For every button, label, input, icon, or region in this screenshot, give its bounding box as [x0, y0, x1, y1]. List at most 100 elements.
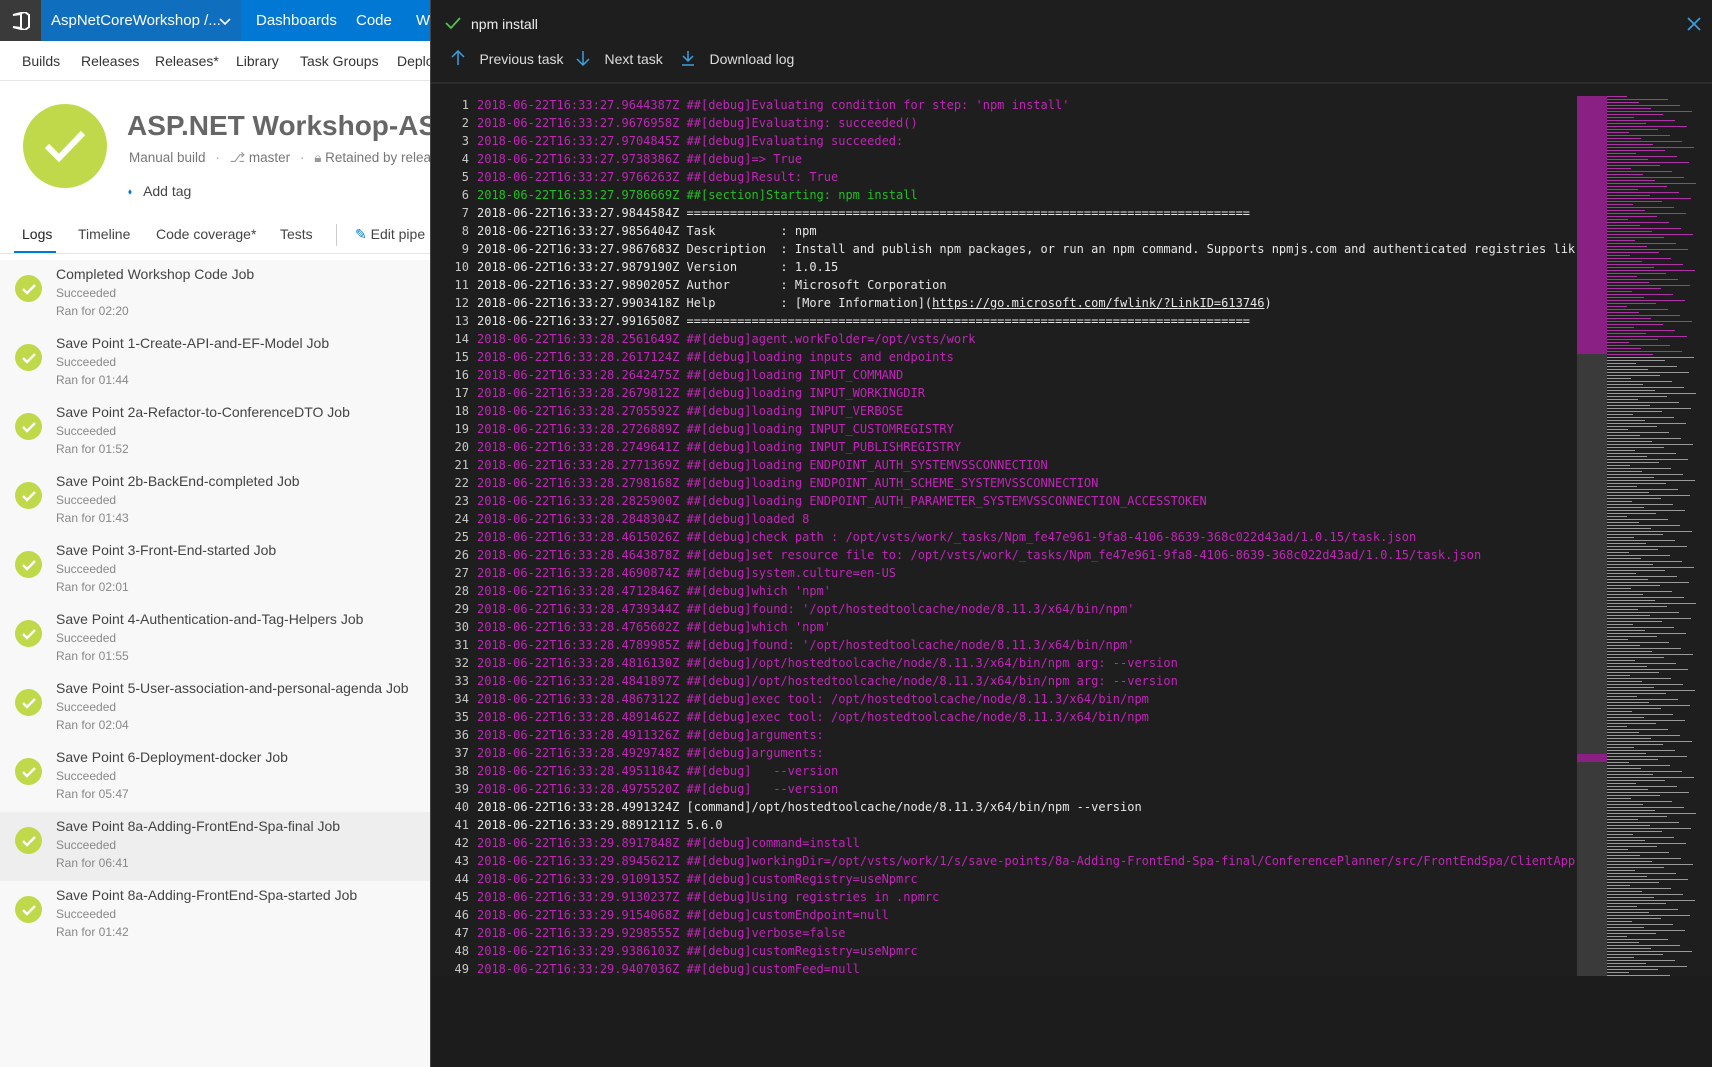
job-succeeded-icon [15, 620, 42, 647]
subnav-task-groups[interactable]: Task Groups [300, 53, 379, 69]
job-list-item[interactable]: Save Point 1-Create-API-and-EF-Model Job… [0, 329, 430, 398]
line-number: 6 [461, 188, 469, 202]
log-line: 18 2018-06-22T16:33:28.2705592Z ##[debug]… [431, 402, 1577, 420]
minimap-row [1607, 873, 1676, 874]
job-list-item[interactable]: Save Point 2a-Refactor-to-ConferenceDTO … [0, 398, 430, 467]
close-icon[interactable] [1687, 14, 1701, 37]
log-text: 2018-06-22T16:33:28.4841897Z ##[debug]/o… [477, 672, 1178, 690]
minimap-row [1607, 843, 1686, 844]
minimap-row [1607, 945, 1680, 946]
job-list-item[interactable]: Save Point 8a-Adding-FrontEnd-Spa-final … [0, 812, 430, 881]
log-line: 3 2018-06-22T16:33:27.9704845Z ##[debug]E… [431, 132, 1577, 150]
minimap-row [1607, 492, 1649, 493]
job-status: Succeeded [56, 769, 117, 783]
subnav-releases-preview[interactable]: Releases* [155, 53, 219, 69]
job-status: Succeeded [56, 700, 117, 714]
minimap-row [1607, 147, 1694, 148]
tab-logs[interactable]: Logs [22, 226, 52, 242]
minimap-row [1607, 630, 1645, 631]
azure-devops-logo-icon[interactable] [0, 0, 41, 41]
minimap-row [1607, 678, 1671, 679]
log-message: 2018-06-22T16:33:29.9154068Z ##[debug]cu… [477, 908, 889, 922]
nav-code[interactable]: Code [356, 0, 392, 41]
log-line: 31 2018-06-22T16:33:28.4789985Z ##[debug]… [431, 636, 1577, 654]
job-list-item[interactable]: Save Point 5-User-association-and-person… [0, 674, 430, 743]
subnav-releases[interactable]: Releases [81, 53, 139, 69]
minimap-row [1607, 393, 1696, 394]
minimap-row [1607, 405, 1650, 406]
job-list-item[interactable]: Completed Workshop Code Job Succeeded Ran … [0, 260, 430, 329]
log-line: 13 2018-06-22T16:33:27.9916508Z =========… [431, 312, 1577, 330]
job-list-item[interactable]: Save Point 6-Deployment-docker Job Succee… [0, 743, 430, 812]
minimap-row [1607, 831, 1662, 832]
build-branch[interactable]: master [249, 150, 290, 165]
build-meta: Manual build · ⎇ master · 🔒︎ Retained by… [129, 150, 431, 165]
log-text: 2018-06-22T16:33:29.9109135Z ##[debug]cu… [477, 870, 918, 888]
line-number: 23 [454, 494, 469, 508]
job-list-item[interactable]: Save Point 4-Authentication-and-Tag-Help… [0, 605, 430, 674]
tab-code-coverage[interactable]: Code coverage* [156, 226, 256, 242]
line-number: 32 [454, 656, 469, 670]
log-message: 2018-06-22T16:33:27.9867683Z Description… [477, 242, 1576, 256]
log-text: 2018-06-22T16:33:28.4867312Z ##[debug]ex… [477, 690, 1149, 708]
log-minimap[interactable] [1577, 96, 1712, 976]
tab-divider [336, 224, 337, 246]
next-task-button[interactable]: Next task [576, 50, 663, 69]
minimap-row [1607, 201, 1662, 202]
minimap-row [1607, 198, 1691, 199]
subnav-library[interactable]: Library [236, 53, 279, 69]
log-message: 2018-06-22T16:33:28.2705592Z ##[debug]lo… [477, 404, 904, 418]
log-message: 2018-06-22T16:33:29.9109135Z ##[debug]cu… [477, 872, 918, 886]
log-viewer[interactable]: 1 2018-06-22T16:33:27.9644387Z ##[debug]E… [431, 96, 1712, 976]
log-message: 2018-06-22T16:33:28.4991324Z [command]/o… [477, 800, 1142, 814]
log-message: 2018-06-22T16:33:28.2848304Z ##[debug]lo… [477, 512, 810, 526]
minimap-row [1607, 225, 1640, 226]
job-list-item[interactable]: Save Point 2b-BackEnd-completed Job Succe… [0, 467, 430, 536]
log-text: 2018-06-22T16:33:27.9676958Z ##[debug]Ev… [477, 114, 918, 132]
previous-task-button[interactable]: Previous task [451, 49, 564, 69]
minimap-row [1607, 261, 1642, 262]
minimap-row [1607, 399, 1638, 400]
log-text: 2018-06-22T16:33:27.9844584Z ===========… [477, 204, 1250, 222]
minimap-row [1607, 834, 1633, 835]
minimap-row [1607, 426, 1657, 427]
subnav-deployment-groups[interactable]: Deplo [397, 53, 430, 69]
job-list-item[interactable]: Save Point 8a-Adding-FrontEnd-Spa-starte… [0, 881, 430, 950]
nav-work[interactable]: W [416, 0, 430, 41]
log-text: 2018-06-22T16:33:28.2749641Z ##[debug]lo… [477, 438, 961, 456]
help-link[interactable]: https://go.microsoft.com/fwlink/?LinkID=… [932, 296, 1264, 310]
tab-tests[interactable]: Tests [280, 226, 313, 242]
nav-dashboards[interactable]: Dashboards [256, 0, 337, 41]
job-list-item[interactable]: Save Point 3-Front-End-started Job Succee… [0, 536, 430, 605]
log-text: 2018-06-22T16:33:28.4891462Z ##[debug]ex… [477, 708, 1149, 726]
subnav-builds[interactable]: Builds [22, 53, 60, 69]
project-selector[interactable]: AspNetCoreWorkshop /... [41, 0, 241, 41]
tab-timeline[interactable]: Timeline [78, 226, 130, 242]
minimap-row [1607, 255, 1630, 256]
line-number: 35 [454, 710, 469, 724]
log-message: 2018-06-22T16:33:28.4712846Z ##[debug]wh… [477, 584, 832, 598]
arrow-down-icon [576, 51, 594, 68]
minimap-band [1577, 762, 1607, 976]
minimap-row [1607, 387, 1684, 388]
minimap-row [1607, 801, 1672, 802]
minimap-row [1607, 510, 1685, 511]
minimap-row [1607, 456, 1647, 457]
minimap-row [1607, 177, 1684, 178]
minimap-row [1607, 963, 1646, 964]
log-text: 2018-06-22T16:33:27.9738386Z ##[debug]=>… [477, 150, 802, 168]
minimap-row [1607, 780, 1665, 781]
build-title: ASP.NET Workshop-ASP [127, 110, 456, 141]
line-number: 41 [454, 818, 469, 832]
edit-pipeline-button[interactable]: ✎ Edit pipe [355, 226, 425, 243]
minimap-row [1607, 591, 1672, 592]
minimap-row [1607, 138, 1641, 139]
add-tag-button[interactable]: ⬪ Add tag [128, 183, 191, 200]
log-text: 2018-06-22T16:33:29.8945621Z ##[debug]wo… [477, 852, 1575, 870]
download-log-button[interactable]: Download log [681, 50, 794, 69]
minimap-row [1607, 666, 1647, 667]
minimap-row [1607, 474, 1683, 475]
minimap-row [1607, 450, 1635, 451]
log-line: 17 2018-06-22T16:33:28.2679812Z ##[debug]… [431, 384, 1577, 402]
minimap-row [1607, 294, 1673, 295]
